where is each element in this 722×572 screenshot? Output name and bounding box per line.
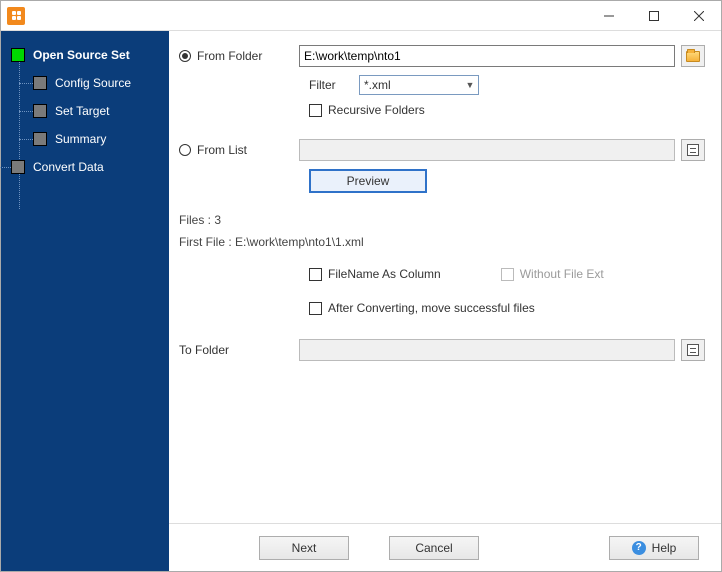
cancel-button[interactable]: Cancel: [389, 536, 479, 560]
close-button[interactable]: [676, 1, 721, 30]
filename-as-column-label: FileName As Column: [328, 267, 441, 281]
next-button[interactable]: Next: [259, 536, 349, 560]
without-ext-label: Without File Ext: [520, 267, 604, 281]
main-content: From Folder Filter *.xml ▼: [169, 31, 721, 523]
from-folder-radio[interactable]: [179, 50, 191, 62]
sidebar: Open Source Set Config Source Set Target…: [1, 31, 169, 571]
sidebar-item-label: Open Source Set: [33, 48, 130, 62]
sidebar-item-config-source[interactable]: Config Source: [33, 69, 169, 97]
from-list-label: From List: [197, 143, 247, 157]
folder-open-icon: [687, 344, 699, 356]
browse-list-button[interactable]: [681, 139, 705, 161]
from-folder-input[interactable]: [299, 45, 675, 67]
filename-as-column-checkbox[interactable]: [309, 268, 322, 281]
to-folder-input[interactable]: [299, 339, 675, 361]
sidebar-item-label: Set Target: [55, 104, 109, 118]
to-folder-label: To Folder: [179, 343, 229, 357]
sidebar-item-convert-data[interactable]: Convert Data: [11, 153, 169, 181]
filter-label: Filter: [309, 78, 359, 92]
folder-icon: [686, 51, 700, 62]
from-folder-label: From Folder: [197, 49, 262, 63]
after-convert-label: After Converting, move successful files: [328, 301, 535, 315]
maximize-button[interactable]: [631, 1, 676, 30]
recursive-checkbox[interactable]: [309, 104, 322, 117]
without-ext-checkbox: [501, 268, 514, 281]
filter-value: *.xml: [360, 78, 462, 92]
filter-combo[interactable]: *.xml ▼: [359, 75, 479, 95]
sidebar-item-label: Summary: [55, 132, 106, 146]
from-list-input[interactable]: [299, 139, 675, 161]
help-icon: ?: [632, 541, 646, 555]
browse-to-folder-button[interactable]: [681, 339, 705, 361]
recursive-label: Recursive Folders: [328, 103, 425, 117]
browse-folder-button[interactable]: [681, 45, 705, 67]
files-count: Files : 3: [179, 213, 705, 227]
chevron-down-icon: ▼: [462, 80, 478, 90]
after-convert-checkbox[interactable]: [309, 302, 322, 315]
titlebar: [1, 1, 721, 31]
app-window: Open Source Set Config Source Set Target…: [0, 0, 722, 572]
list-icon: [687, 144, 699, 156]
help-button[interactable]: ? Help: [609, 536, 699, 560]
sidebar-item-summary[interactable]: Summary: [33, 125, 169, 153]
minimize-button[interactable]: [586, 1, 631, 30]
sidebar-item-open-source-set[interactable]: Open Source Set: [11, 41, 169, 69]
preview-button[interactable]: Preview: [309, 169, 427, 193]
sidebar-item-set-target[interactable]: Set Target: [33, 97, 169, 125]
first-file: First File : E:\work\temp\nto1\1.xml: [179, 235, 705, 249]
from-list-radio[interactable]: [179, 144, 191, 156]
footer: Next Cancel ? Help: [169, 523, 721, 571]
app-icon: [7, 7, 25, 25]
sidebar-item-label: Config Source: [55, 76, 131, 90]
sidebar-item-label: Convert Data: [33, 160, 104, 174]
